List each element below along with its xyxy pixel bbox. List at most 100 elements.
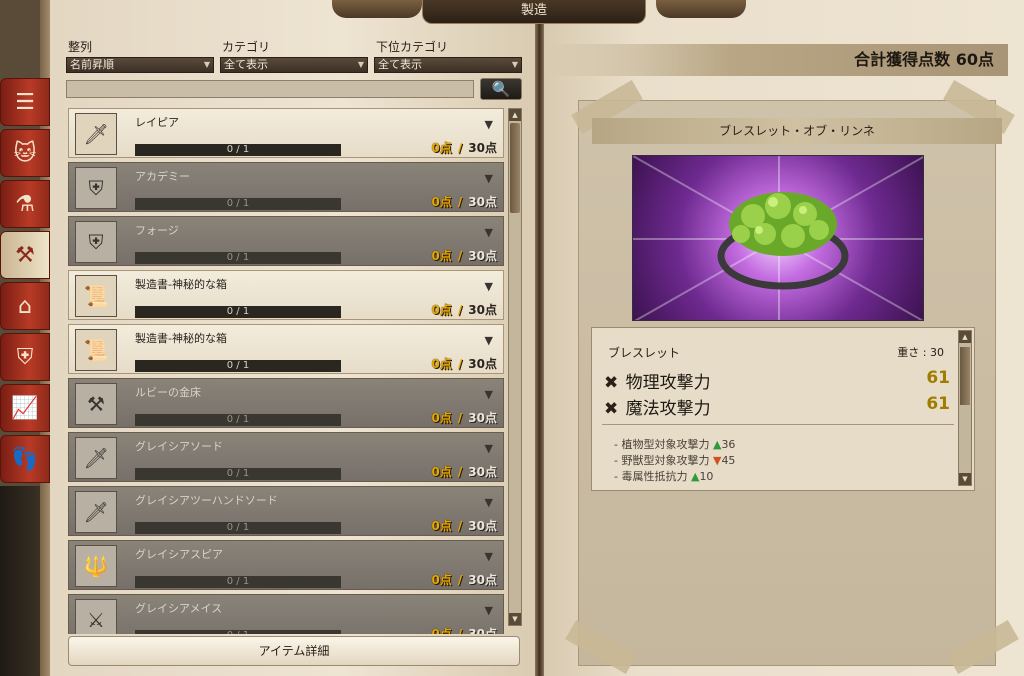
item-detail-button[interactable]: アイテム詳細 xyxy=(68,636,520,666)
item-points: 0点 / 30点 xyxy=(432,355,497,372)
chevron-down-icon[interactable]: ▼ xyxy=(485,388,493,401)
sort-select-value: 名前昇順 xyxy=(70,58,114,71)
shield-icon: ⛨ xyxy=(16,344,34,370)
stat-name: 魔法攻撃力 xyxy=(625,399,711,419)
item-icon: 🔱 xyxy=(75,545,117,587)
sub-stat-line: - 植物型対象攻撃力 ▲36 xyxy=(614,438,736,451)
sort-select[interactable]: 名前昇順 ▼ xyxy=(66,57,214,73)
side-tab-cat[interactable]: 🐱 xyxy=(0,129,50,177)
side-tab-footprints[interactable]: 👣 xyxy=(0,435,50,483)
points-max: 30点 xyxy=(468,465,497,479)
item-name: グレイシアソード xyxy=(135,440,223,453)
stat-physical-attack: ✖ 物理攻撃力 xyxy=(604,368,711,393)
item-icon: ⚒ xyxy=(75,383,117,425)
list-item[interactable]: 📜 製造書-神秘的な箱 ▼ 0 / 1 0点 / 30点 xyxy=(68,270,504,320)
list-scrollbar[interactable]: ▲ ▼ xyxy=(508,108,522,626)
points-earned: 0点 xyxy=(431,519,452,533)
scroll-thumb[interactable] xyxy=(510,123,520,213)
list-icon: ☰ xyxy=(15,89,35,115)
item-points: 0点 / 30点 xyxy=(432,301,497,318)
item-name: 製造書-神秘的な箱 xyxy=(135,278,227,291)
item-glyph: 🗡 xyxy=(83,122,109,146)
item-name: フォージ xyxy=(135,224,179,237)
item-points: 0点 / 30点 xyxy=(432,247,497,264)
scroll-thumb[interactable] xyxy=(960,347,970,405)
list-item[interactable]: ⚒ ルビーの金床 ▼ 0 / 1 0点 / 30点 xyxy=(68,378,504,428)
scroll-up-icon[interactable]: ▲ xyxy=(509,109,521,121)
sort-label: 整列 xyxy=(68,40,93,54)
points-max: 30点 xyxy=(468,627,497,634)
sub-stat-name: 野獣型対象攻撃力 xyxy=(621,454,710,467)
item-icon: 📜 xyxy=(75,275,117,317)
item-icon: 🗡 xyxy=(75,113,117,155)
chevron-down-icon[interactable]: ▼ xyxy=(485,226,493,239)
points-separator: / xyxy=(457,627,463,634)
cat-icon: 🐱 xyxy=(13,140,37,166)
chevron-down-icon[interactable]: ▼ xyxy=(485,172,493,185)
total-points: 合計獲得点数 60点 xyxy=(548,44,1008,76)
chevron-down-icon[interactable]: ▼ xyxy=(485,604,493,617)
item-glyph: ⛨ xyxy=(88,176,104,200)
item-name: 製造書-神秘的な箱 xyxy=(135,332,227,345)
chevron-down-icon[interactable]: ▼ xyxy=(485,280,493,293)
list-item[interactable]: ⚔ グレイシアメイス ▼ 0 / 1 0点 / 30点 xyxy=(68,594,504,634)
stats-scrollbar[interactable]: ▲ ▼ xyxy=(958,330,972,486)
sub-stat-name: 毒属性抵抗力 xyxy=(621,470,688,483)
scroll-down-icon[interactable]: ▼ xyxy=(959,473,971,485)
subcategory-select-value: 全て表示 xyxy=(378,58,422,71)
points-separator: / xyxy=(457,357,463,371)
chevron-down-icon[interactable]: ▼ xyxy=(485,550,493,563)
search-input[interactable] xyxy=(66,80,474,98)
side-tab-house[interactable]: ⌂ xyxy=(0,282,50,330)
item-name: ルビーの金床 xyxy=(135,386,201,399)
house-icon: ⌂ xyxy=(18,293,32,319)
item-glyph: 🗡 xyxy=(83,446,109,470)
list-item[interactable]: 📜 製造書-神秘的な箱 ▼ 0 / 1 0点 / 30点 xyxy=(68,324,504,374)
crossed-swords-icon: ✖ xyxy=(604,373,619,393)
category-select[interactable]: 全て表示 ▼ xyxy=(220,57,368,73)
list-item[interactable]: 🗡 グレイシアソード ▼ 0 / 1 0点 / 30点 xyxy=(68,432,504,482)
list-item[interactable]: ⛨ フォージ ▼ 0 / 1 0点 / 30点 xyxy=(68,216,504,266)
footprints-icon: 👣 xyxy=(11,446,39,472)
side-tab-potion[interactable]: ⚗ xyxy=(0,180,50,228)
side-tab-anvil[interactable]: ⚒ xyxy=(0,231,50,279)
points-max: 30点 xyxy=(468,303,497,317)
scroll-up-icon[interactable]: ▲ xyxy=(959,331,971,343)
chevron-down-icon[interactable]: ▼ xyxy=(485,334,493,347)
subcategory-select[interactable]: 全て表示 ▼ xyxy=(374,57,522,73)
item-glyph: 🗡 xyxy=(83,500,109,524)
points-max: 30点 xyxy=(468,573,497,587)
points-earned: 0点 xyxy=(431,195,452,209)
item-progress: 0 / 1 xyxy=(135,522,341,534)
item-progress: 0 / 1 xyxy=(135,360,341,372)
side-tab-list[interactable]: ☰ xyxy=(0,78,50,126)
chevron-down-icon[interactable]: ▼ xyxy=(485,496,493,509)
item-icon: ⚔ xyxy=(75,599,117,634)
chevron-down-icon[interactable]: ▼ xyxy=(485,442,493,455)
item-progress: 0 / 1 xyxy=(135,468,341,480)
list-item[interactable]: 🔱 グレイシアスピア ▼ 0 / 1 0点 / 30点 xyxy=(68,540,504,590)
sub-stat-value: 10 xyxy=(699,470,714,483)
points-max: 30点 xyxy=(468,411,497,425)
side-tab-chart[interactable]: 📈 xyxy=(0,384,50,432)
side-tab-shield[interactable]: ⛨ xyxy=(0,333,50,381)
item-weight: 重さ : 30 xyxy=(897,346,944,359)
list-item[interactable]: 🗡 グレイシアツーハンドソード ▼ 0 / 1 0点 / 30点 xyxy=(68,486,504,536)
list-item[interactable]: ⛨ アカデミー ▼ 0 / 1 0点 / 30点 xyxy=(68,162,504,212)
scroll-down-icon[interactable]: ▼ xyxy=(509,613,521,625)
points-max: 30点 xyxy=(468,249,497,263)
bracelet-image xyxy=(632,155,924,321)
chevron-down-icon: ▼ xyxy=(511,60,518,69)
item-progress: 0 / 1 xyxy=(135,630,341,634)
side-tab-bar: ☰ 🐱 ⚗ ⚒ ⌂ ⛨ 📈 👣 xyxy=(0,78,52,486)
search-button[interactable]: 🔍 xyxy=(480,78,522,100)
list-item[interactable]: 🗡 レイピア ▼ 0 / 1 0点 / 30点 xyxy=(68,108,504,158)
points-earned: 0点 xyxy=(431,573,452,587)
item-glyph: ⚔ xyxy=(87,608,105,632)
item-points: 0点 / 30点 xyxy=(432,139,497,156)
item-glyph: ⚒ xyxy=(87,392,105,416)
stat-value: 61 xyxy=(926,368,950,388)
stat-magic-attack: ✖ 魔法攻撃力 xyxy=(604,394,711,419)
chevron-down-icon[interactable]: ▼ xyxy=(485,118,493,131)
chevron-down-icon: ▼ xyxy=(203,60,210,69)
